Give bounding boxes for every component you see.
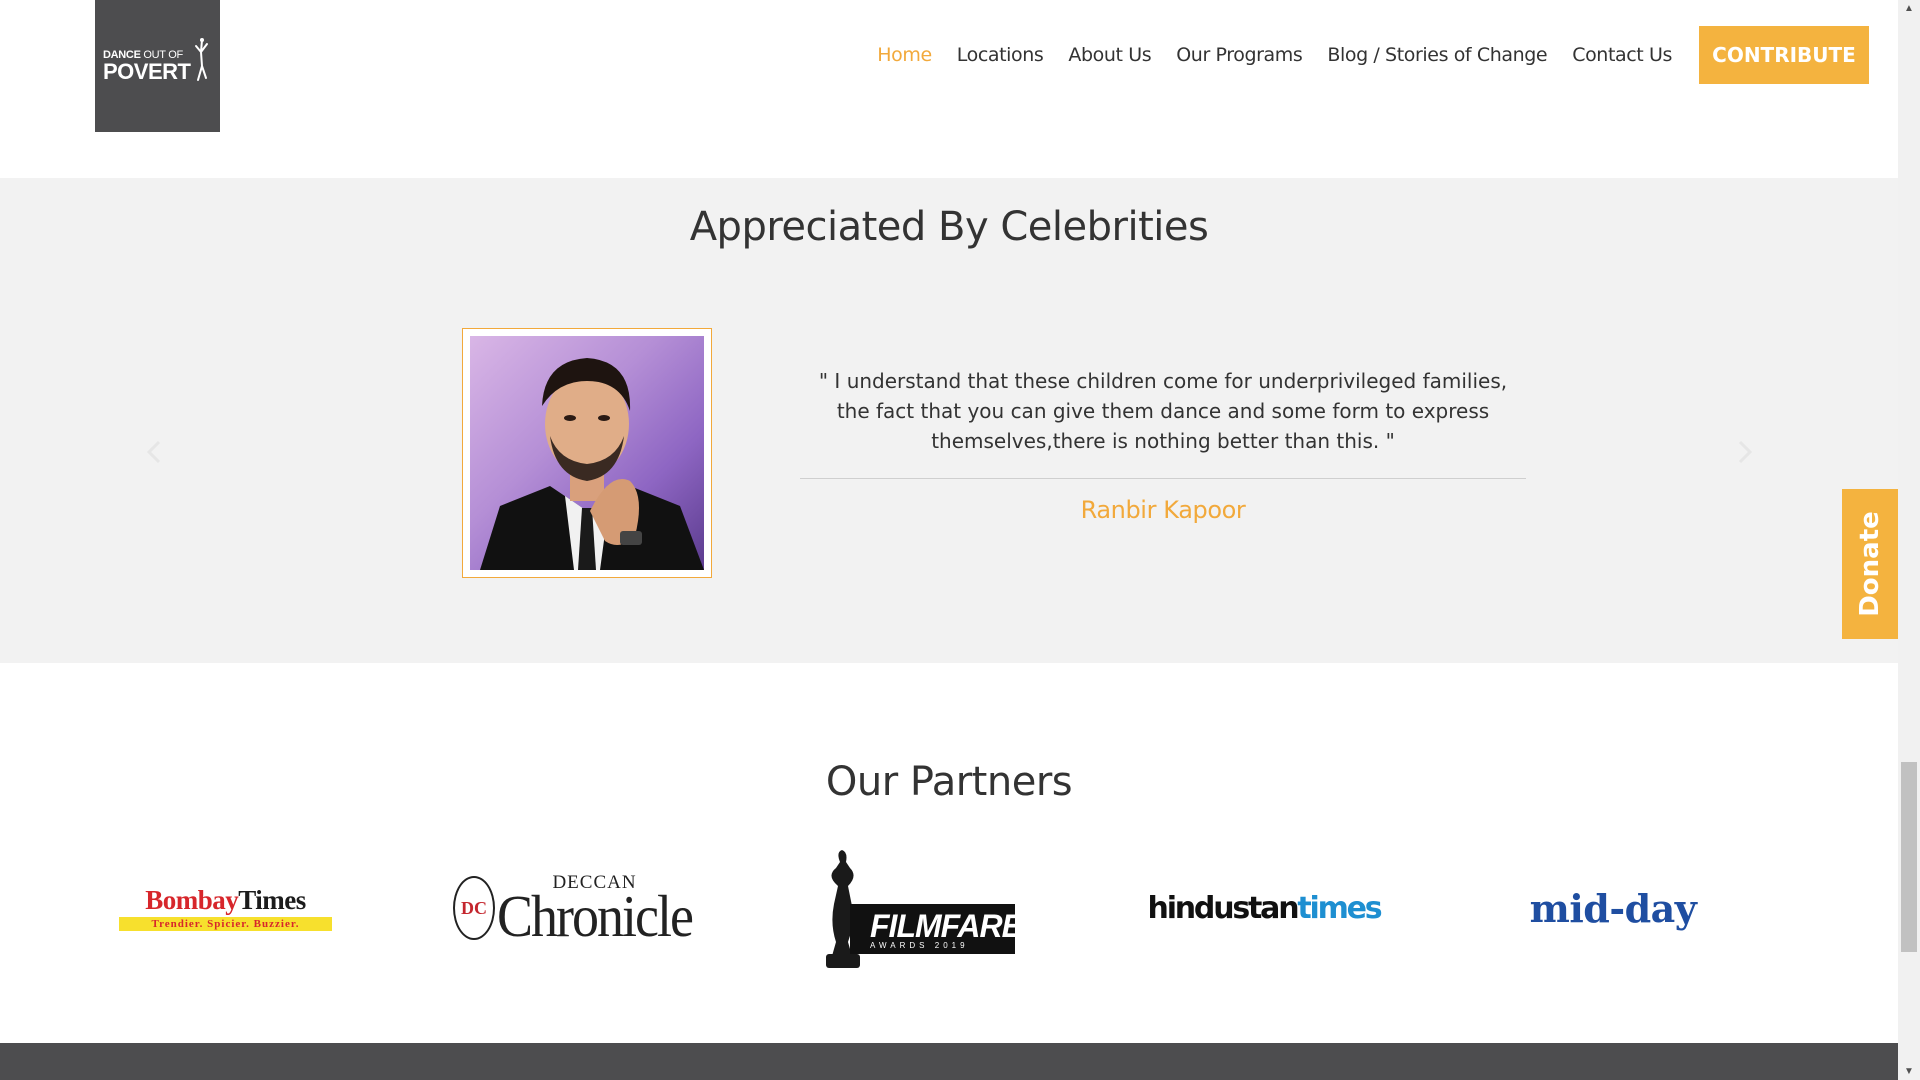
chevron-left-icon [146,440,161,464]
filmfare-text: FILMFARE [870,907,1023,944]
nav-locations[interactable]: Locations [957,44,1044,66]
partners-section: Our Partners BombayTimes Trendier. Spici… [0,663,1898,1043]
celebrity-quote: " I understand that these children come … [818,369,1508,453]
mid-day-text: mid-day [1529,885,1697,931]
bombay-text: Bombay [145,885,239,915]
celebrity-photo-frame [462,328,712,578]
nav-home[interactable]: Home [877,44,932,66]
dancer-figure-icon [195,38,208,81]
scroll-down-arrow-icon[interactable]: ▼ [1898,1063,1920,1080]
partner-logo-deccan-chronicle[interactable]: DC DECCAN Chronicle [453,843,694,973]
partner-logo-filmfare[interactable]: FILMFARE AWARDS 2019 [818,843,1023,973]
donate-label: Donate [1855,511,1885,617]
carousel-next-button[interactable] [1730,440,1760,470]
carousel-prev-button[interactable] [139,440,169,470]
site-header: DANCE OUT OF POVERT Home Locations About… [0,0,1898,178]
nav-about-us[interactable]: About Us [1068,44,1151,66]
scrollbar-thumb[interactable] [1901,762,1917,952]
site-footer [0,1043,1898,1080]
main-nav: Home Locations About Us Our Programs Blo… [852,40,1672,70]
nav-our-programs[interactable]: Our Programs [1176,44,1303,66]
filmfare-sub-text: AWARDS 2019 [870,940,969,950]
site-logo[interactable]: DANCE OUT OF POVERT [95,0,220,132]
chevron-right-icon [1738,440,1753,464]
page-scrollbar[interactable]: ▲ ▼ [1898,0,1920,1080]
chronicle-text: Chronicle [497,883,694,949]
hindustan-text: hindustan [1147,890,1300,926]
quote-divider [800,478,1526,479]
donate-side-button[interactable]: Donate [1842,489,1898,639]
partners-title: Our Partners [825,759,1073,805]
celebrities-title: Appreciated By Celebrities [689,204,1209,250]
deccan-chronicle-emblem: DC [453,876,496,940]
nav-blog[interactable]: Blog / Stories of Change [1327,44,1547,66]
celebrity-name: Ranbir Kapoor [1080,496,1246,524]
hindustan-times-text: times [1297,890,1382,926]
partner-logo-bombay-times[interactable]: BombayTimes Trendier. Spicier. Buzzier. [118,843,333,973]
celebrities-section: Appreciated By Celebrities " I understan… [0,178,1898,663]
partner-logo-mid-day[interactable]: mid-day [1498,843,1728,973]
contribute-button[interactable]: CONTRIBUTE [1699,26,1869,84]
partner-logo-hindustan-times[interactable]: hindustantimes [1147,843,1383,973]
nav-contact-us[interactable]: Contact Us [1572,44,1672,66]
times-text: Times [238,885,306,915]
celebrity-photo [470,336,704,570]
scroll-up-arrow-icon[interactable]: ▲ [1898,0,1920,17]
bombay-times-tagline: Trendier. Spicier. Buzzier. [119,917,332,931]
